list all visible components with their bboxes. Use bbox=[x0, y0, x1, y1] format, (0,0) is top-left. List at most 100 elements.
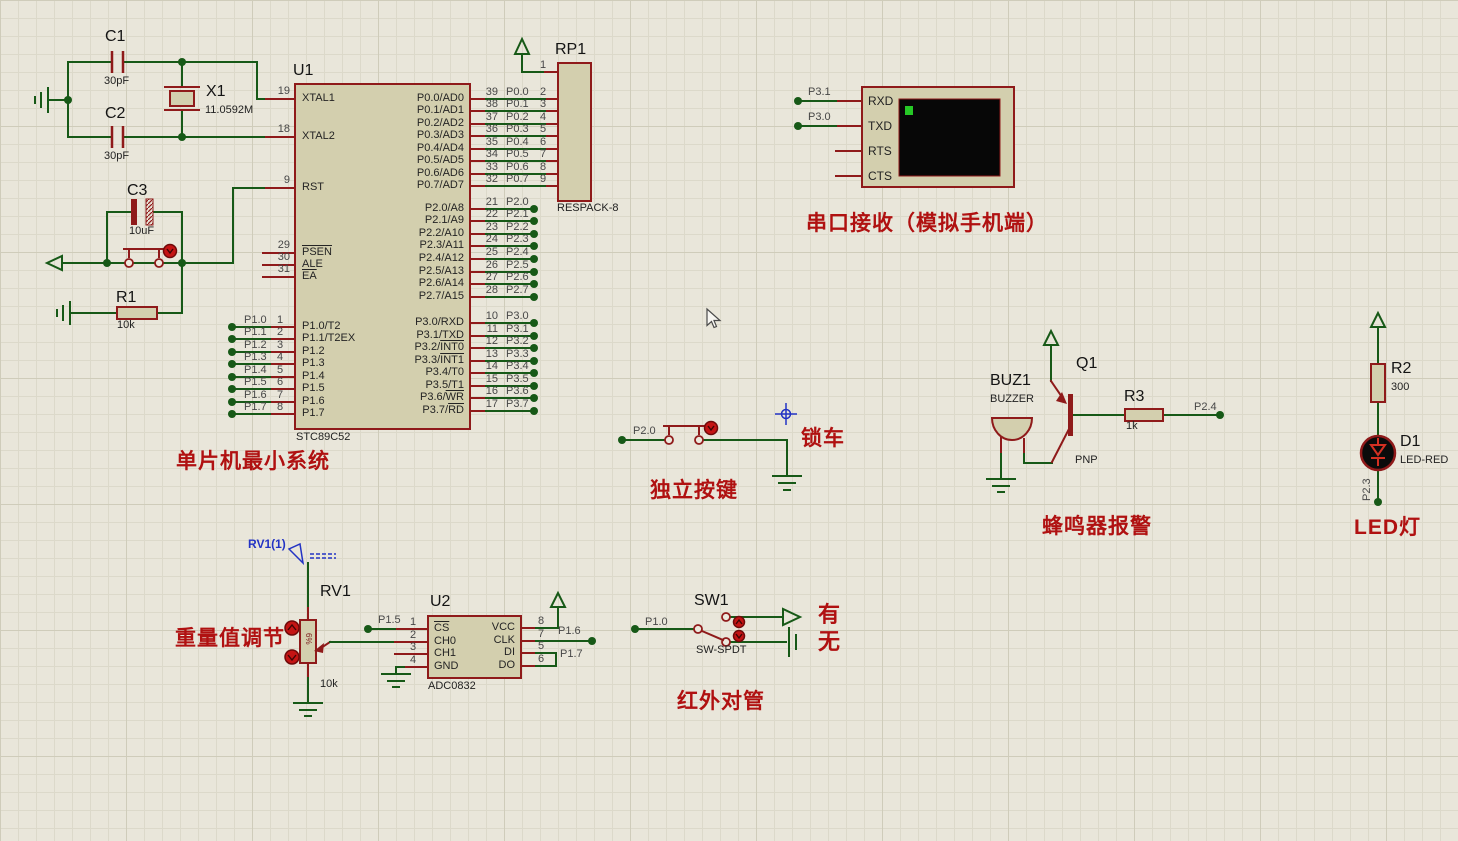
terminal-arrow-icon bbox=[47, 256, 62, 270]
reset-circuit[interactable] bbox=[47, 188, 295, 324]
net-label: P1.5 bbox=[244, 377, 267, 388]
r1-value: 10k bbox=[117, 320, 135, 331]
u1-ref: U1 bbox=[293, 63, 313, 79]
c1-value: 30pF bbox=[104, 76, 129, 87]
annotation-no: 无 bbox=[818, 631, 841, 653]
switch-down-actuator[interactable] bbox=[734, 631, 745, 642]
q1-ref: Q1 bbox=[1076, 356, 1097, 372]
net-label: P0.1 bbox=[506, 99, 529, 110]
net-label: P0.3 bbox=[506, 124, 529, 135]
origin-marker-icon bbox=[775, 403, 797, 425]
u1-pin-number: 37 bbox=[474, 112, 498, 123]
u2-ref: U2 bbox=[430, 594, 450, 610]
u2-pin-number: 6 bbox=[538, 654, 544, 665]
net-label: P2.3 bbox=[506, 234, 529, 245]
u2-pin-name: VCC bbox=[453, 622, 515, 633]
net-label: P2.2 bbox=[506, 222, 529, 233]
button-actuator[interactable] bbox=[164, 245, 177, 258]
crystal-circuit[interactable] bbox=[35, 51, 295, 148]
u1-pin-name: P1.0/T2 bbox=[302, 321, 341, 332]
u1-pin-name: P0.0/AD0 bbox=[358, 93, 464, 104]
rp1-pin-number: 9 bbox=[540, 174, 546, 185]
q1-pnp-transistor[interactable] bbox=[1051, 381, 1073, 462]
net-label: P2.4 bbox=[1194, 402, 1217, 413]
u1-pin-number: 30 bbox=[266, 252, 290, 263]
u1-pin-number: 24 bbox=[474, 234, 498, 245]
rv1-percent: 6% bbox=[304, 633, 312, 645]
u1-pin-name: ALE bbox=[302, 259, 323, 270]
power-arrow-icon bbox=[515, 39, 529, 54]
capacitor-c2[interactable] bbox=[112, 126, 123, 148]
net-label: P0.7 bbox=[506, 174, 529, 185]
net-label: P1.6 bbox=[558, 626, 581, 637]
r2-value: 300 bbox=[1391, 382, 1409, 393]
u1-pin-name: P2.5/A13 bbox=[358, 266, 464, 277]
lock-key-circuit[interactable] bbox=[618, 403, 801, 490]
led-d1[interactable] bbox=[1361, 436, 1395, 470]
c2-value: 30pF bbox=[104, 151, 129, 162]
u1-pin-name: P2.1/A9 bbox=[358, 215, 464, 226]
rp1-pin-number: 5 bbox=[540, 124, 546, 135]
u1-pin-name: P0.2/AD2 bbox=[358, 118, 464, 129]
pot-increase-actuator[interactable] bbox=[285, 621, 299, 635]
net-label: P0.2 bbox=[506, 112, 529, 123]
capacitor-c1[interactable] bbox=[112, 51, 123, 73]
u1-pin-name: P1.2 bbox=[302, 346, 325, 357]
switch-blade[interactable] bbox=[702, 631, 723, 640]
u2-part: ADC0832 bbox=[428, 681, 476, 692]
resistor-r2[interactable] bbox=[1371, 364, 1385, 402]
u1-pin-name: P2.6/A14 bbox=[358, 278, 464, 289]
q1-type: PNP bbox=[1075, 455, 1098, 466]
c3-value: 10uF bbox=[129, 226, 154, 237]
buzzer-symbol[interactable] bbox=[992, 418, 1032, 452]
button-actuator[interactable] bbox=[705, 422, 718, 435]
crystal-x1[interactable] bbox=[165, 87, 199, 110]
u1-pin-number: 25 bbox=[474, 247, 498, 258]
terminal-pin-txd: TXD bbox=[868, 120, 892, 132]
net-label: P0.0 bbox=[506, 87, 529, 98]
u2-pin-name: DI bbox=[453, 647, 515, 658]
annotation-weight: 重量值调节 bbox=[175, 628, 285, 649]
u2-pin-name: CS bbox=[434, 623, 449, 634]
u1-pin-name: P2.0/A8 bbox=[358, 203, 464, 214]
u1-pin-name: P3.4/T0 bbox=[358, 367, 464, 378]
buzzer-circuit[interactable] bbox=[987, 331, 1224, 492]
schematic-canvas[interactable]: C1 30pF C2 30pF X1 11.0592M C3 10uF R1 1… bbox=[0, 0, 1458, 841]
led-circuit[interactable] bbox=[1361, 313, 1395, 506]
resistor-r1[interactable] bbox=[117, 307, 157, 319]
u1-pin-number: 7 bbox=[277, 390, 283, 401]
u1-pin-name: P3.0/RXD bbox=[358, 317, 464, 328]
d1-ref: D1 bbox=[1400, 434, 1420, 450]
d1-part: LED-RED bbox=[1400, 455, 1448, 466]
u1-pin-number: 39 bbox=[474, 87, 498, 98]
net-label: P3.1 bbox=[808, 87, 831, 98]
terminal-pin-cts: CTS bbox=[868, 170, 892, 182]
r1-ref: R1 bbox=[116, 290, 136, 306]
u1-pin-number: 34 bbox=[474, 149, 498, 160]
net-label: P0.6 bbox=[506, 162, 529, 173]
u1-pin-name: P0.1/AD1 bbox=[358, 105, 464, 116]
u2-pin-number: 4 bbox=[410, 655, 416, 666]
pot-decrease-actuator[interactable] bbox=[285, 650, 299, 664]
rp1-ref: RP1 bbox=[555, 42, 586, 58]
switch-up-actuator[interactable] bbox=[734, 617, 745, 628]
u1-pin-number: 8 bbox=[277, 402, 283, 413]
net-label: P2.0 bbox=[633, 426, 656, 437]
net-label: P3.0 bbox=[808, 112, 831, 123]
rp1-pin-number: 4 bbox=[540, 112, 546, 123]
u1-pin-name: P2.4/A12 bbox=[358, 253, 464, 264]
u1-pin-name: P0.4/AD4 bbox=[358, 143, 464, 154]
net-label: P2.1 bbox=[506, 209, 529, 220]
u1-pin-number: 16 bbox=[474, 386, 498, 397]
net-label: P1.1 bbox=[244, 327, 267, 338]
virtual-terminal[interactable] bbox=[794, 87, 1014, 187]
net-label: P2.6 bbox=[506, 272, 529, 283]
u1-pin-number: 12 bbox=[474, 336, 498, 347]
net-label: P0.5 bbox=[506, 149, 529, 160]
rv1-ref: RV1 bbox=[320, 584, 351, 600]
u1-pin-number: 17 bbox=[474, 399, 498, 410]
net-label: P3.1 bbox=[506, 324, 529, 335]
u1-pin-number: 28 bbox=[474, 285, 498, 296]
capacitor-c3[interactable] bbox=[131, 199, 153, 225]
u1-pin-name: P1.4 bbox=[302, 371, 325, 382]
